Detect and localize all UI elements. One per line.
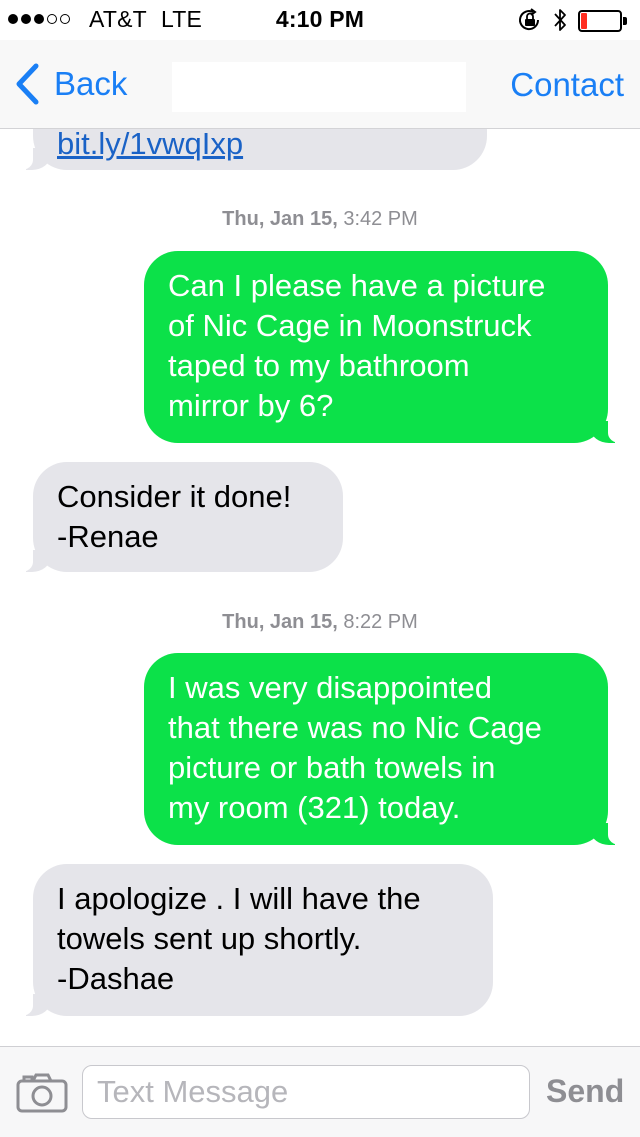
message-line: of Nic Cage in Moonstruck xyxy=(168,308,532,343)
camera-icon[interactable] xyxy=(16,1073,68,1113)
message-line: taped to my bathroom xyxy=(168,348,470,383)
message-bubble-sent[interactable]: I was very disappointed that there was n… xyxy=(144,653,630,845)
timestamp-time: 8:22 PM xyxy=(337,611,418,633)
message-line: -Renae xyxy=(57,519,159,554)
timestamp-time: 3:42 PM xyxy=(337,208,418,230)
message-input-bar: Send xyxy=(0,1046,640,1137)
contact-button[interactable]: Contact xyxy=(510,66,624,104)
timestamp: Thu, Jan 15, 3:42 PM xyxy=(0,208,640,231)
text-message-input[interactable] xyxy=(82,1065,530,1119)
message-bubble-received[interactable]: I apologize . I will have the towels sen… xyxy=(11,864,493,1016)
message-bubble-received[interactable]: Consider it done! -Renae xyxy=(11,462,343,572)
message-line: towels sent up shortly. xyxy=(57,921,362,956)
timestamp-day: Thu, Jan 15, xyxy=(222,208,338,230)
chevron-left-icon xyxy=(16,63,39,105)
send-button[interactable]: Send xyxy=(546,1073,624,1110)
shortened-link[interactable]: bit.ly/1vwqIxp xyxy=(57,126,243,161)
message-line: -Dashae xyxy=(57,961,175,996)
message-line: Consider it done! xyxy=(57,479,292,514)
back-button-label: Back xyxy=(54,65,128,102)
back-button[interactable]: Back xyxy=(14,62,127,106)
message-bubble-sent[interactable]: Can I please have a picture of Nic Cage … xyxy=(144,251,630,443)
message-line: Can I please have a picture xyxy=(168,268,546,303)
message-line: I was very disappointed xyxy=(168,670,492,705)
message-line: picture or bath towels in xyxy=(168,750,496,785)
message-line: that there was no Nic Cage xyxy=(168,710,542,745)
timestamp-day: Thu, Jan 15, xyxy=(222,611,338,633)
conversation-title-redacted xyxy=(172,62,466,112)
message-line: my room (321) today. xyxy=(168,790,461,825)
navigation-bar: Back Contact xyxy=(0,40,640,129)
timestamp: Thu, Jan 15, 8:22 PM xyxy=(0,611,640,634)
message-thread[interactable]: bit.ly/1vwqIxp Thu, Jan 15, 3:42 PM Can … xyxy=(0,0,640,1046)
message-line: I apologize . I will have the xyxy=(57,881,421,916)
message-line: mirror by 6? xyxy=(168,388,334,423)
